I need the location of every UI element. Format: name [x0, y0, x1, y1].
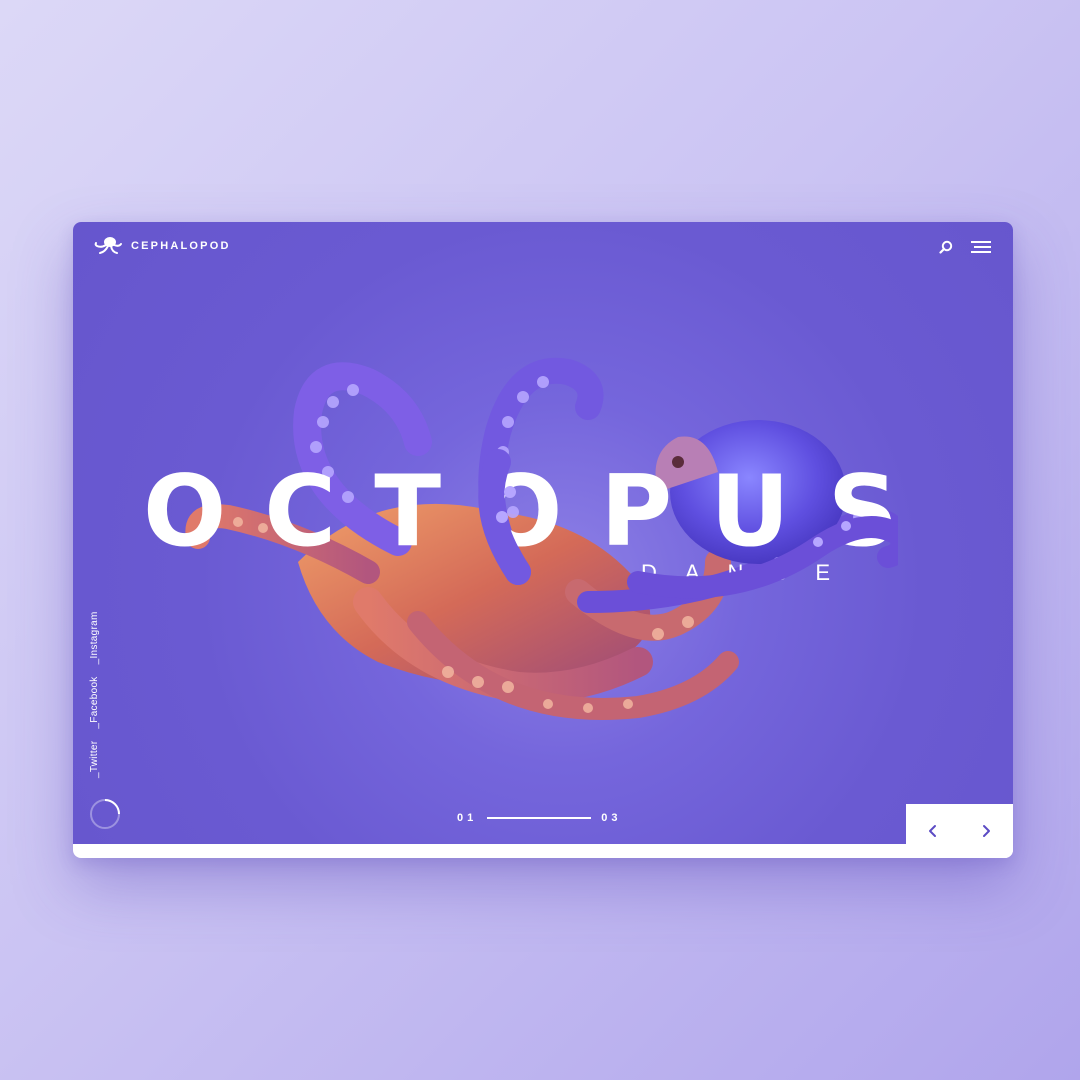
social-link-twitter[interactable]: _Twitter: [89, 741, 100, 778]
social-links: _Twitter _Facebook _Instagram: [89, 611, 100, 778]
header-actions: [939, 240, 991, 254]
brand-logo[interactable]: CEPHALOPOD: [93, 236, 231, 256]
social-link-instagram[interactable]: _Instagram: [89, 611, 100, 664]
slide-navigation: [906, 804, 1013, 858]
pager-total: 03: [601, 812, 622, 824]
pager-current: 01: [457, 812, 478, 824]
search-icon[interactable]: [939, 240, 953, 254]
hero-section: CEPHALOPOD OCTOPUS DANCE _Twitter _Faceb…: [73, 222, 1013, 844]
brand-name: CEPHALOPOD: [131, 240, 231, 252]
social-link-facebook[interactable]: _Facebook: [89, 676, 100, 728]
slide-pager: 01 03: [457, 812, 622, 824]
chevron-left-icon[interactable]: [927, 824, 939, 838]
chevron-right-icon[interactable]: [980, 824, 992, 838]
hero-card: CEPHALOPOD OCTOPUS DANCE _Twitter _Faceb…: [73, 222, 1013, 858]
pager-progress-bar: [487, 817, 592, 819]
hero-subtitle: DANCE: [641, 560, 859, 585]
octopus-logo-icon: [94, 237, 122, 254]
loading-ring-icon: [90, 799, 120, 829]
hamburger-menu-icon[interactable]: [971, 240, 991, 254]
hero-title: OCTOPUS: [143, 455, 937, 569]
